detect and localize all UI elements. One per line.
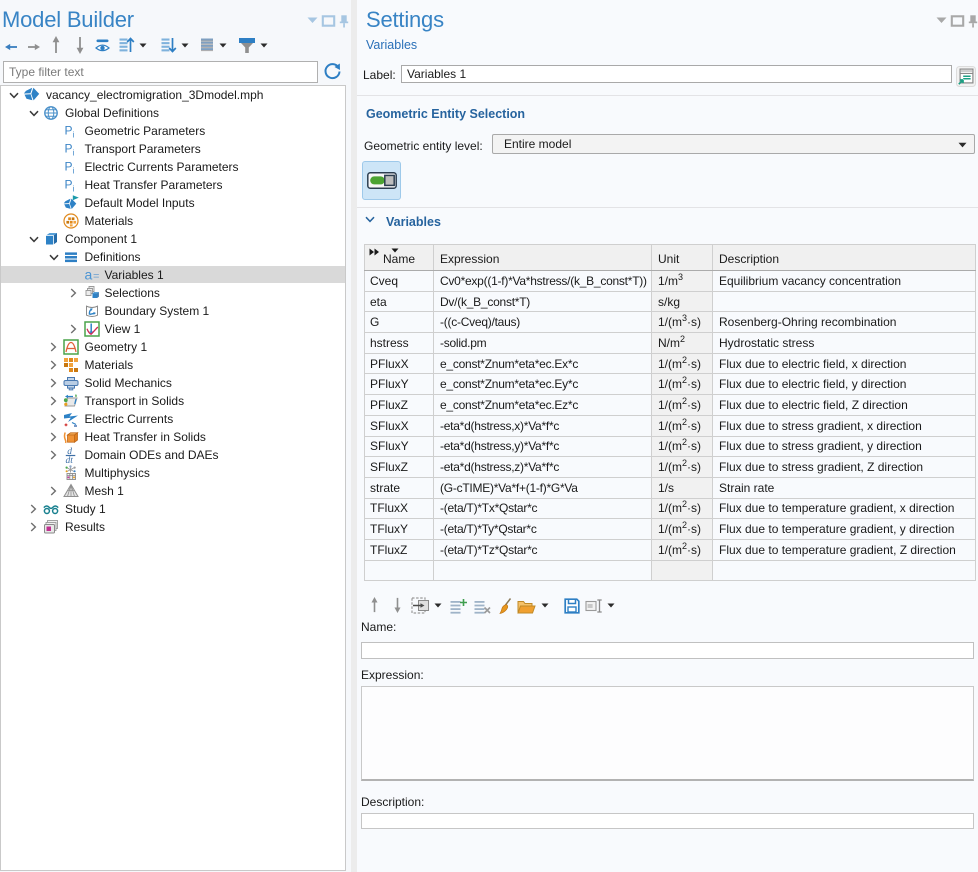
svg-text:i: i (73, 185, 75, 194)
svg-text:=: = (93, 271, 99, 283)
svg-text:i: i (73, 167, 75, 176)
svg-text:P: P (65, 178, 73, 192)
svg-text:dt: dt (66, 456, 74, 463)
svg-text:P: P (65, 160, 73, 174)
svg-text:i: i (73, 149, 75, 158)
svg-text:P: P (65, 142, 73, 156)
svg-text:a: a (85, 267, 93, 283)
svg-text:P: P (65, 124, 73, 138)
svg-text:i: i (73, 131, 75, 140)
